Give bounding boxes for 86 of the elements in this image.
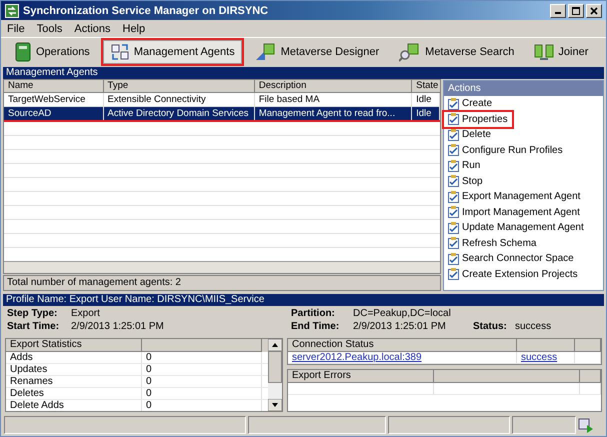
field-label: Status: bbox=[473, 320, 508, 333]
action-link[interactable]: Refresh Schema bbox=[444, 236, 540, 251]
run-status-icon bbox=[578, 417, 594, 433]
minimize-button[interactable] bbox=[550, 4, 566, 18]
table-cell: 0 bbox=[142, 376, 262, 387]
table-cell: Renames bbox=[6, 376, 142, 387]
field-value: success bbox=[515, 320, 552, 333]
action-link[interactable]: Search Connector Space bbox=[444, 251, 578, 266]
toolbar-button[interactable]: Joiner bbox=[527, 40, 596, 64]
clipboard-check-icon bbox=[448, 144, 459, 156]
field-label: End Time: bbox=[291, 320, 340, 333]
status-pane bbox=[512, 416, 576, 434]
table-cell: 0 bbox=[142, 400, 262, 411]
toolbar-button[interactable]: Operations bbox=[7, 40, 97, 64]
status-link[interactable]: success bbox=[521, 352, 558, 363]
field-label: Start Time: bbox=[7, 320, 60, 333]
menu-item[interactable]: Actions bbox=[74, 22, 110, 34]
table-row[interactable]: SourceAD Active Directory Domain Services Management Agent to read fro... Idle bbox=[4, 107, 440, 122]
menu-item[interactable]: Help bbox=[122, 22, 146, 34]
action-link[interactable]: Update Management Agent bbox=[444, 220, 588, 236]
table-cell: 0 bbox=[142, 364, 262, 375]
action-link[interactable]: Import Management Agent bbox=[444, 204, 584, 220]
column-header[interactable]: Type bbox=[104, 80, 255, 93]
close-button[interactable] bbox=[586, 4, 602, 18]
clipboard-check-icon bbox=[448, 206, 459, 218]
maximize-button[interactable] bbox=[568, 4, 584, 18]
action-link[interactable]: Properties bbox=[444, 112, 512, 127]
table-cell: Deletes bbox=[6, 388, 142, 399]
server-link[interactable]: server2012.Peakup.local:389 bbox=[288, 352, 517, 363]
column-header[interactable]: State bbox=[412, 80, 440, 93]
cube-ruler-icon bbox=[254, 42, 277, 62]
clipboard-check-icon bbox=[448, 98, 459, 110]
clipboard-check-icon bbox=[448, 222, 459, 234]
action-link[interactable]: Run bbox=[444, 158, 484, 174]
field-value: 2/9/2013 1:25:01 PM bbox=[71, 320, 165, 333]
toolbar-button[interactable]: Metaverse Search bbox=[392, 40, 522, 64]
close-icon bbox=[590, 6, 598, 14]
minimize-icon bbox=[555, 12, 561, 14]
table-cell: 0 bbox=[142, 388, 262, 399]
action-link[interactable]: Export Management Agent bbox=[444, 189, 584, 204]
horizontal-scrollbar[interactable] bbox=[4, 261, 440, 273]
clipboard-check-icon bbox=[448, 160, 459, 172]
app-icon bbox=[5, 4, 19, 18]
column-header[interactable]: Description bbox=[254, 80, 412, 93]
action-link[interactable]: Create bbox=[444, 96, 496, 112]
toolbar-button[interactable]: Metaverse Designer bbox=[248, 40, 386, 64]
table-cell: 0 bbox=[142, 352, 262, 363]
panel-header: Management Agents bbox=[3, 67, 604, 79]
book-icon bbox=[14, 42, 32, 62]
field-value: Export bbox=[71, 307, 101, 320]
toolbar-button[interactable]: Management Agents bbox=[102, 40, 242, 64]
clipboard-check-icon bbox=[448, 113, 459, 126]
clipboard-check-icon bbox=[448, 128, 459, 141]
action-link[interactable]: Delete bbox=[444, 127, 495, 142]
column-header[interactable] bbox=[580, 370, 601, 383]
arrows-icon bbox=[110, 42, 130, 62]
clipboard-check-icon bbox=[448, 268, 459, 280]
column-header[interactable] bbox=[142, 339, 262, 352]
menu-item[interactable]: File bbox=[7, 22, 25, 34]
clipboard-check-icon bbox=[448, 190, 459, 203]
maximize-icon bbox=[572, 6, 580, 14]
window-title: Synchronization Service Manager on DIRSYNC bbox=[23, 4, 270, 16]
clipboard-check-icon bbox=[448, 252, 459, 265]
field-value: 2/9/2013 1:25:01 PM bbox=[353, 320, 447, 333]
panel-title: Actions bbox=[444, 81, 603, 96]
table-cell: Delete Adds bbox=[6, 400, 142, 411]
action-link[interactable]: Stop bbox=[444, 174, 487, 189]
clipboard-check-icon bbox=[448, 237, 459, 250]
menu-item[interactable]: Tools bbox=[36, 22, 62, 34]
column-header[interactable] bbox=[434, 370, 580, 383]
field-label: Step Type: bbox=[7, 307, 58, 320]
clipboard-check-icon bbox=[448, 175, 459, 188]
panel-header: Profile Name: Export User Name: DIRSYNC\MIIS_Service bbox=[3, 294, 604, 306]
table-cell: Adds bbox=[6, 352, 142, 363]
cube-magnifier-icon bbox=[399, 42, 422, 62]
column-header[interactable]: Name bbox=[4, 80, 104, 93]
table-cell: Updates bbox=[6, 364, 142, 375]
action-link[interactable]: Configure Run Profiles bbox=[444, 142, 567, 158]
cubes-icon bbox=[534, 42, 554, 62]
status-text: Total number of management agents: 2 bbox=[3, 275, 441, 291]
vertical-scrollbar[interactable] bbox=[268, 339, 282, 411]
field-label: Partition: bbox=[291, 307, 336, 320]
action-link[interactable]: Create Extension Projects bbox=[444, 266, 582, 282]
field-value: DC=Peakup,DC=local bbox=[353, 307, 452, 320]
column-header[interactable] bbox=[575, 339, 601, 352]
column-header[interactable] bbox=[517, 339, 575, 352]
